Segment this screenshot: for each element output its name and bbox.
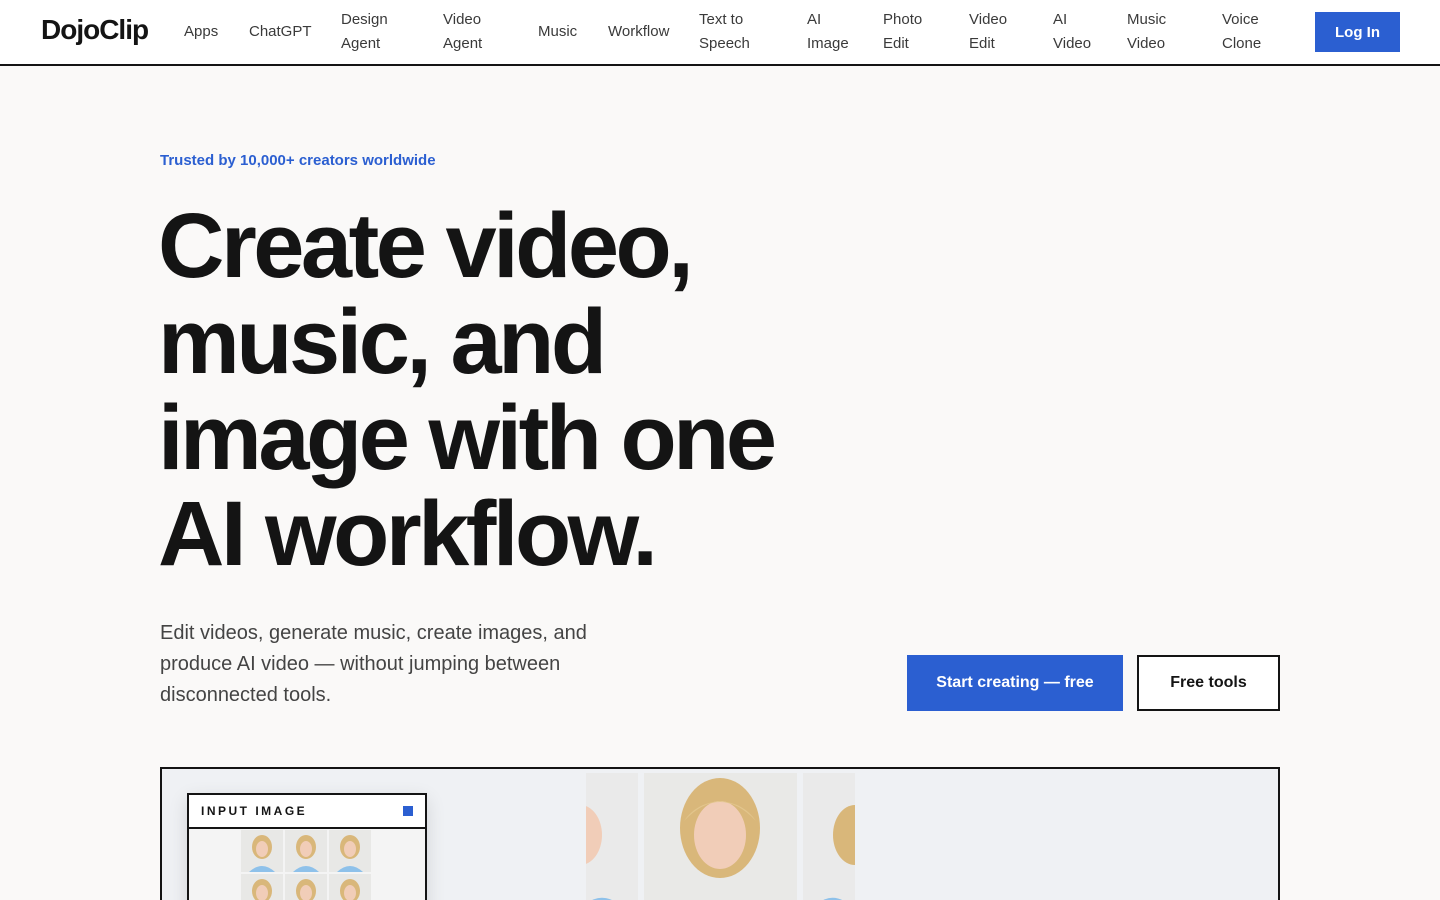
nav-label: Apps [184,23,219,40]
nav-label-line1: Photo [883,11,923,28]
input-card-header: INPUT IMAGE [189,795,425,829]
nav-label: Music [538,23,578,40]
nav-label-line1: AI [1053,11,1068,28]
nav-label-line2: Image [807,35,849,52]
nav-label-line2: Video [1127,35,1166,52]
hero-subtext: Edit videos, generate music, create imag… [160,622,587,706]
output-frame-image [803,773,855,900]
thumbnail-image[interactable] [329,830,371,872]
nav-item-photo-edit[interactable]: Photo Edit [883,8,922,56]
nav-item-apps[interactable]: Apps [184,20,218,44]
nav-label-line2: Agent [443,35,483,52]
nav-item-design-agent[interactable]: Design Agent [341,8,388,56]
trusted-badge: Trusted by 10,000+ creators worldwide [160,152,436,169]
start-creating-button[interactable]: Start creating — free [907,655,1123,711]
nav-label-line1: Video [443,11,482,28]
status-dot-icon [403,806,413,816]
nav-item-music-video[interactable]: Music Video [1127,8,1166,56]
headline-line-4: AI workflow. [158,483,658,585]
login-button[interactable]: Log In [1315,12,1400,52]
nav-label-line1: Text to [699,11,744,28]
headline-line-1: Create video, [158,195,694,297]
nav-label-line2: Edit [969,35,995,52]
nav-item-text-to-speech[interactable]: Text to Speech [699,8,750,56]
nav-item-ai-video[interactable]: AI Video [1053,8,1091,56]
nav-item-chatgpt[interactable]: ChatGPT [249,20,312,44]
nav-item-ai-image[interactable]: AI Image [807,8,849,56]
nav-label-line2: Speech [699,35,750,52]
nav-label-line1: Music [1127,11,1167,28]
nav-label: Workflow [608,23,670,40]
output-frame-image [644,773,797,900]
headline-line-3: image with one [158,387,777,489]
nav-label-line1: Video [969,11,1008,28]
nav-label-line1: Voice [1222,11,1259,28]
nav-label-line2: Clone [1222,35,1262,52]
nav-label-line2: Edit [883,35,909,52]
nav-item-music[interactable]: Music [538,20,577,44]
thumbnail-image[interactable] [329,874,371,900]
input-image-card[interactable]: INPUT IMAGE [187,793,427,900]
thumbnail-image[interactable] [241,830,283,872]
nav-label-line2: Agent [341,35,381,52]
nav-label-line1: Design [341,11,388,28]
nav-label-line1: AI [807,11,822,28]
thumbnail-image[interactable] [285,874,327,900]
top-navigation: DojoClip Apps ChatGPT Design Agent Video A… [0,0,1440,66]
nav-item-video-edit[interactable]: Video Edit [969,8,1007,56]
nav-item-workflow[interactable]: Workflow [608,20,669,44]
headline-line-2: music, and [158,291,607,393]
free-tools-button[interactable]: Free tools [1137,655,1280,711]
hero-headline: Create video, music, and image with one … [158,198,918,582]
thumbnail-image[interactable] [241,874,283,900]
nav-label: ChatGPT [249,23,312,40]
input-image-label: INPUT IMAGE [201,804,308,818]
thumbnail-image[interactable] [285,830,327,872]
logo[interactable]: DojoClip [41,14,149,46]
workflow-demo-panel: INPUT IMAGE [160,767,1280,900]
nav-label-line2: Video [1053,35,1092,52]
nav-item-video-agent[interactable]: Video Agent [443,8,482,56]
input-thumbnail-grid [241,830,371,900]
nav-item-voice-clone[interactable]: Voice Clone [1222,8,1261,56]
output-frame-image [586,773,638,900]
